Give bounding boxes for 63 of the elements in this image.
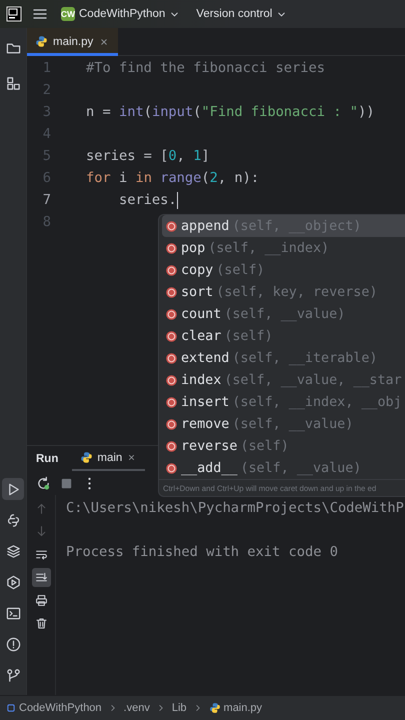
scroll-to-end-icon <box>34 571 48 584</box>
line-number: 7 <box>42 192 51 208</box>
trash-icon <box>34 617 48 630</box>
console-tool-button[interactable] <box>32 568 50 587</box>
method-icon <box>165 220 178 232</box>
soft-wrap-icon <box>34 548 48 561</box>
completion-item[interactable]: insert (self, __index, __obj <box>162 391 405 413</box>
method-icon <box>165 440 178 452</box>
method-icon <box>165 242 178 254</box>
module-icon <box>6 703 16 713</box>
completion-item[interactable]: count (self, __value) <box>162 303 405 325</box>
tool-window-button[interactable] <box>2 478 24 500</box>
folder-icon <box>6 40 20 56</box>
file-tab[interactable]: main.py <box>27 28 118 56</box>
completion-item[interactable]: index (self, __value, __star <box>162 369 405 391</box>
breadcrumb[interactable]: Lib <box>172 702 187 714</box>
completion-item[interactable]: pop (self, __index) <box>162 237 405 259</box>
file-type-icon <box>208 702 221 714</box>
printer-icon <box>34 594 48 607</box>
version-control-menu[interactable]: Version control <box>193 6 290 22</box>
branch-icon <box>6 668 20 682</box>
completion-item[interactable]: sort (self, key, reverse) <box>162 281 405 303</box>
code-line: for i in range(2, n): <box>86 170 260 186</box>
project-selector[interactable]: CW CodeWithPython <box>58 5 184 23</box>
problems-icon <box>6 636 20 652</box>
project-badge: CW <box>61 7 75 21</box>
arrow-down-icon <box>34 525 48 538</box>
run-panel-title: Run <box>36 452 58 464</box>
completion-item[interactable]: reverse (self) <box>162 435 405 457</box>
completion-item[interactable]: remove (self, __value) <box>162 413 405 435</box>
method-icon <box>165 308 178 320</box>
text-caret <box>176 192 178 208</box>
layers-icon <box>6 544 20 558</box>
terminal-icon <box>6 606 20 620</box>
arrow-up-icon <box>34 502 48 515</box>
code-line: series. <box>118 192 177 208</box>
file-type-icon <box>80 451 94 464</box>
method-icon <box>165 396 178 408</box>
code-line: n = int(input("Find fibonacci : ")) <box>86 104 374 120</box>
method-icon <box>165 330 178 342</box>
app-logo-icon <box>6 6 22 22</box>
completion-item[interactable]: copy (self) <box>162 259 405 281</box>
method-icon <box>165 286 178 298</box>
console-output-line: C:\Users\nikesh\PycharmProjects\CodeWithP <box>66 499 404 518</box>
method-icon <box>165 462 178 474</box>
breadcrumb[interactable]: .venv <box>124 702 150 714</box>
code-line: #To find the fibonacci series <box>86 60 325 76</box>
method-icon <box>165 418 178 430</box>
completion-item[interactable]: clear (self) <box>162 325 405 347</box>
method-icon <box>165 352 178 364</box>
code-line: series = [0, 1] <box>86 148 210 164</box>
breadcrumb[interactable]: CodeWithPython <box>6 702 102 714</box>
run-tab[interactable]: main <box>72 446 146 471</box>
rerun-icon[interactable] <box>36 476 51 490</box>
completion-item[interactable]: extend (self, __iterable) <box>162 347 405 369</box>
breadcrumb[interactable]: main.py <box>208 702 262 714</box>
method-icon <box>165 264 178 276</box>
console-output-line: Process finished with exit code 0 <box>66 543 339 562</box>
completion-item[interactable]: __add__ (self, __value) <box>162 457 405 479</box>
method-icon <box>165 374 178 386</box>
console-icon <box>6 512 20 528</box>
structure-icon <box>6 76 20 90</box>
file-type-icon <box>35 35 48 48</box>
